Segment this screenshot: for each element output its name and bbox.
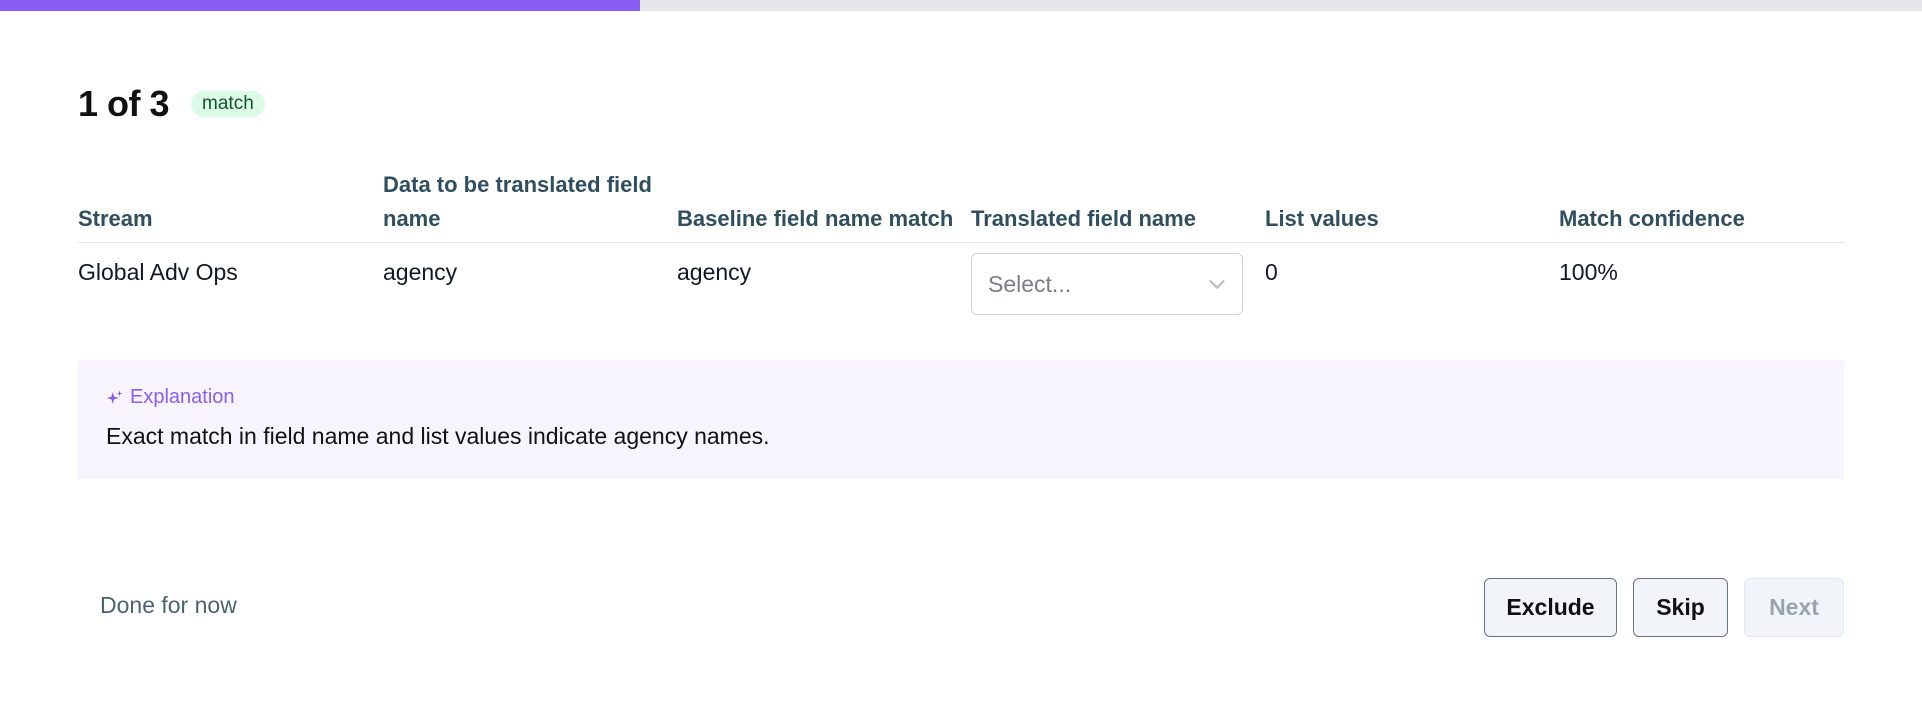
- column-header-source-field: Data to be translated field name: [383, 168, 677, 243]
- table-row: Global Adv Ops agency agency Select... 0…: [78, 243, 1844, 330]
- select-placeholder: Select...: [988, 271, 1072, 297]
- field-match-table: Stream Data to be translated field name …: [78, 168, 1844, 329]
- explanation-header: Explanation: [106, 386, 1816, 409]
- explanation-panel: Explanation Exact match in field name an…: [78, 360, 1844, 479]
- chevron-down-icon: [1209, 280, 1225, 289]
- footer-actions: Done for now Exclude Skip Next: [78, 578, 1844, 638]
- sparkle-icon: [106, 390, 123, 404]
- exclude-button[interactable]: Exclude: [1484, 578, 1617, 637]
- status-badge: match: [191, 91, 265, 117]
- step-counter: 1 of 3: [78, 83, 170, 124]
- cell-confidence: 100%: [1559, 259, 1618, 285]
- column-header-baseline-match: Baseline field name match: [677, 168, 971, 243]
- explanation-text: Exact match in field name and list value…: [106, 423, 770, 449]
- done-for-now-button[interactable]: Done for now: [100, 592, 237, 619]
- column-header-translated-field: Translated field name: [971, 168, 1265, 243]
- review-panel: 1 of 3 match Stream Data to be translate…: [78, 0, 1844, 704]
- column-header-stream: Stream: [78, 168, 383, 243]
- cell-translated-field: Select...: [971, 243, 1265, 330]
- cell-stream: Global Adv Ops: [78, 259, 238, 285]
- cell-baseline-match: agency: [677, 259, 752, 285]
- explanation-label: Explanation: [130, 386, 235, 408]
- cell-list-values: 0: [1265, 259, 1278, 285]
- review-header: 1 of 3 match: [78, 82, 265, 126]
- next-button[interactable]: Next: [1744, 578, 1844, 637]
- skip-button[interactable]: Skip: [1633, 578, 1728, 637]
- table-header-row: Stream Data to be translated field name …: [78, 168, 1844, 243]
- cell-source-field: agency: [383, 259, 458, 285]
- column-header-list-values: List values: [1265, 168, 1559, 243]
- translated-field-select[interactable]: Select...: [971, 253, 1243, 315]
- column-header-confidence: Match confidence: [1559, 168, 1844, 243]
